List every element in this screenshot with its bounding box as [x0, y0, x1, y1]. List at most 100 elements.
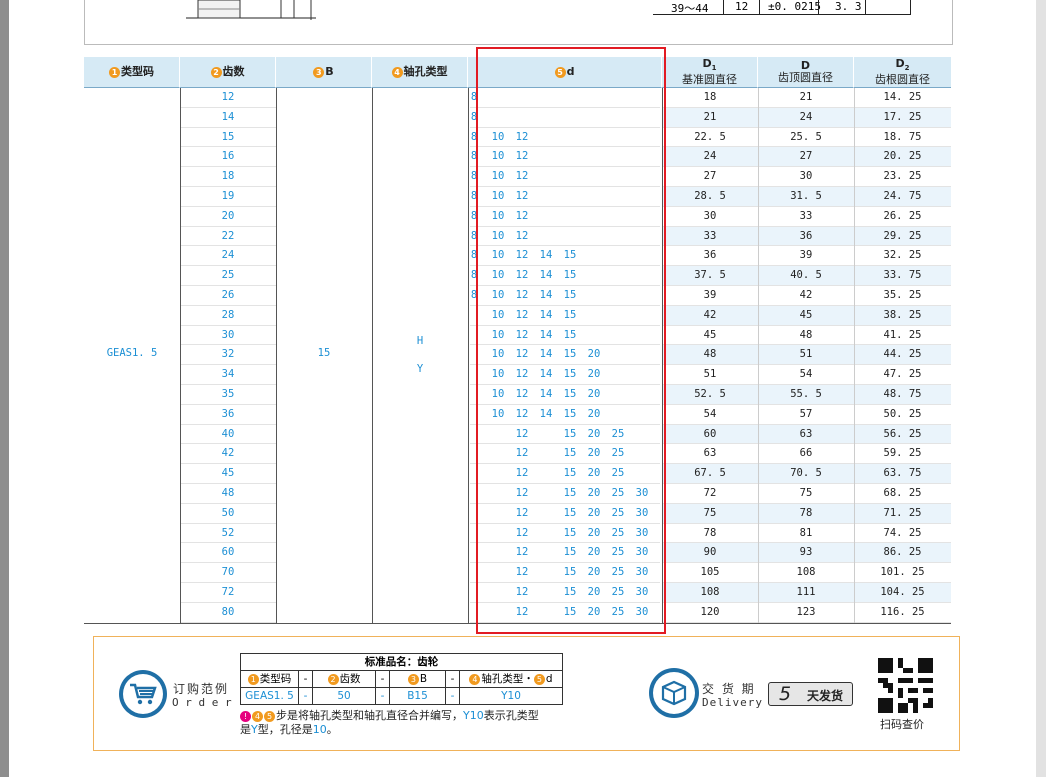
order-table-title: 标准品名：齿轮 — [241, 654, 562, 671]
teeth-cell: 50 — [180, 504, 276, 524]
root-diameter-cell: 41. 25 — [854, 326, 951, 346]
header-type-code: 1 类型码 — [84, 57, 180, 88]
pitch-diameter-cell: 54 — [662, 405, 758, 425]
column-divider — [758, 88, 759, 623]
column-divider — [372, 88, 373, 623]
pitch-diameter-cell: 18 — [662, 88, 758, 108]
teeth-cell: 30 — [180, 326, 276, 346]
tip-diameter-cell: 123 — [758, 603, 854, 623]
note-code: Y — [251, 723, 258, 736]
order-header-b: 3B — [390, 671, 446, 688]
tip-diameter-cell: 30 — [758, 167, 854, 187]
pitch-diameter-cell: 48 — [662, 345, 758, 366]
order-value-b: B15 — [390, 688, 446, 705]
note-text: 。 — [326, 723, 338, 736]
root-diameter-cell: 104. 25 — [854, 583, 951, 603]
pitch-diameter-cell: 60 — [662, 424, 758, 445]
header-b: 3B — [276, 57, 372, 88]
top-spec-table-row: 39～44 12 ±0. 0215 3. 3 — [653, 0, 911, 15]
tip-diameter-cell: 81 — [758, 524, 854, 544]
teeth-cell: 25 — [180, 266, 276, 286]
package-glyph-icon — [661, 680, 687, 706]
order-header-teeth: 2 齿数 — [313, 671, 376, 688]
root-diameter-cell: 101. 25 — [854, 563, 951, 583]
type-code-value: GEAS1. 5 — [106, 347, 158, 359]
number-badge-icon: 3 — [313, 66, 325, 78]
pitch-diameter-cell: 105 — [662, 563, 758, 583]
b-value: 15 — [317, 347, 331, 359]
tip-diameter-cell: 63 — [758, 424, 854, 445]
teeth-cell: 12 — [180, 88, 276, 108]
pitch-diameter-cell: 21 — [662, 107, 758, 128]
tip-diameter-cell: 78 — [758, 503, 854, 524]
root-diameter-cell: 33. 75 — [854, 266, 951, 286]
tip-diameter-cell: 40. 5 — [758, 266, 854, 286]
tip-diameter-cell: 93 — [758, 543, 854, 564]
qr-label: 扫码查价 — [880, 718, 924, 731]
tip-diameter-cell: 70. 5 — [758, 464, 854, 484]
order-value-sep: - — [446, 688, 460, 705]
pitch-diameter-cell: 37. 5 — [662, 266, 758, 286]
tolerance-cell: ±0. 0215 — [768, 0, 821, 13]
pitch-diameter-cell: 39 — [662, 286, 758, 306]
scrollbar-track[interactable] — [1036, 0, 1046, 777]
teeth-cell: 48 — [180, 484, 276, 504]
pitch-diameter-cell: 36 — [662, 246, 758, 267]
shopping-cart-icon — [119, 670, 167, 718]
note-text: 步是将轴孔类型和轴孔直径合并编写， — [276, 709, 463, 722]
root-diameter-cell: 26. 25 — [854, 207, 951, 227]
pitch-diameter-cell: 72 — [662, 484, 758, 504]
tip-diameter-cell: 75 — [758, 484, 854, 504]
column-divider — [468, 88, 469, 623]
tip-diameter-cell: 57 — [758, 405, 854, 425]
teeth-cell: 22 — [180, 227, 276, 247]
root-diameter-cell: 116. 25 — [854, 603, 951, 623]
pitch-diameter-cell: 75 — [662, 503, 758, 524]
value-cell: 3. 3 — [835, 0, 862, 13]
tip-diameter-cell: 45 — [758, 305, 854, 326]
root-diameter-cell: 50. 25 — [854, 405, 951, 425]
order-header-sep: - — [299, 671, 313, 688]
root-diameter-cell: 29. 25 — [854, 226, 951, 247]
delivery-text: 天发货 — [807, 689, 844, 703]
teeth-cell: 34 — [180, 365, 276, 385]
header-subscript: 2 — [904, 64, 910, 73]
root-diameter-cell: 56. 25 — [854, 424, 951, 445]
root-diameter-cell: 86. 25 — [854, 543, 951, 564]
root-diameter-cell: 23. 25 — [854, 167, 951, 187]
teeth-cell: 36 — [180, 405, 276, 425]
pitch-diameter-cell: 30 — [662, 207, 758, 227]
teeth-cell: 32 — [180, 345, 276, 366]
order-header-type: 1 类型码 — [241, 671, 299, 688]
teeth-cell: 14 — [180, 108, 276, 128]
root-diameter-cell: 44. 25 — [854, 345, 951, 366]
header-label: 齿根圆直径 — [875, 73, 930, 87]
order-header-label: 轴孔类型・ — [481, 673, 534, 685]
pitch-diameter-cell: 27 — [662, 167, 758, 187]
teeth-cell: 72 — [180, 583, 276, 603]
teeth-cell: 20 — [180, 207, 276, 227]
header-label: B — [325, 65, 334, 78]
qr-code-icon[interactable] — [878, 658, 933, 713]
pitch-diameter-cell: 108 — [662, 583, 758, 603]
teeth-cell: 15 — [180, 128, 276, 148]
root-diameter-cell: 17. 25 — [854, 107, 951, 128]
order-header-label: 齿数 — [339, 673, 361, 685]
tip-diameter-cell: 55. 5 — [758, 385, 854, 405]
order-header-sep: - — [446, 671, 460, 688]
tip-diameter-cell: 36 — [758, 226, 854, 247]
tip-diameter-cell: 54 — [758, 365, 854, 385]
header-d2: D2 齿根圆直径 — [854, 57, 951, 88]
pitch-diameter-cell: 67. 5 — [662, 464, 758, 484]
root-diameter-cell: 32. 25 — [854, 246, 951, 267]
root-diameter-cell: 71. 25 — [854, 503, 951, 524]
bore-type-y: Y — [416, 363, 424, 375]
cart-glyph-icon — [130, 683, 157, 705]
pitch-diameter-cell: 42 — [662, 305, 758, 326]
column-divider — [854, 88, 855, 623]
root-diameter-cell: 38. 25 — [854, 305, 951, 326]
header-teeth: 2 齿数 — [180, 57, 276, 88]
order-value-bore-d: Y10 — [501, 690, 521, 702]
column-divider — [276, 88, 277, 623]
teeth-cell: 19 — [180, 187, 276, 207]
